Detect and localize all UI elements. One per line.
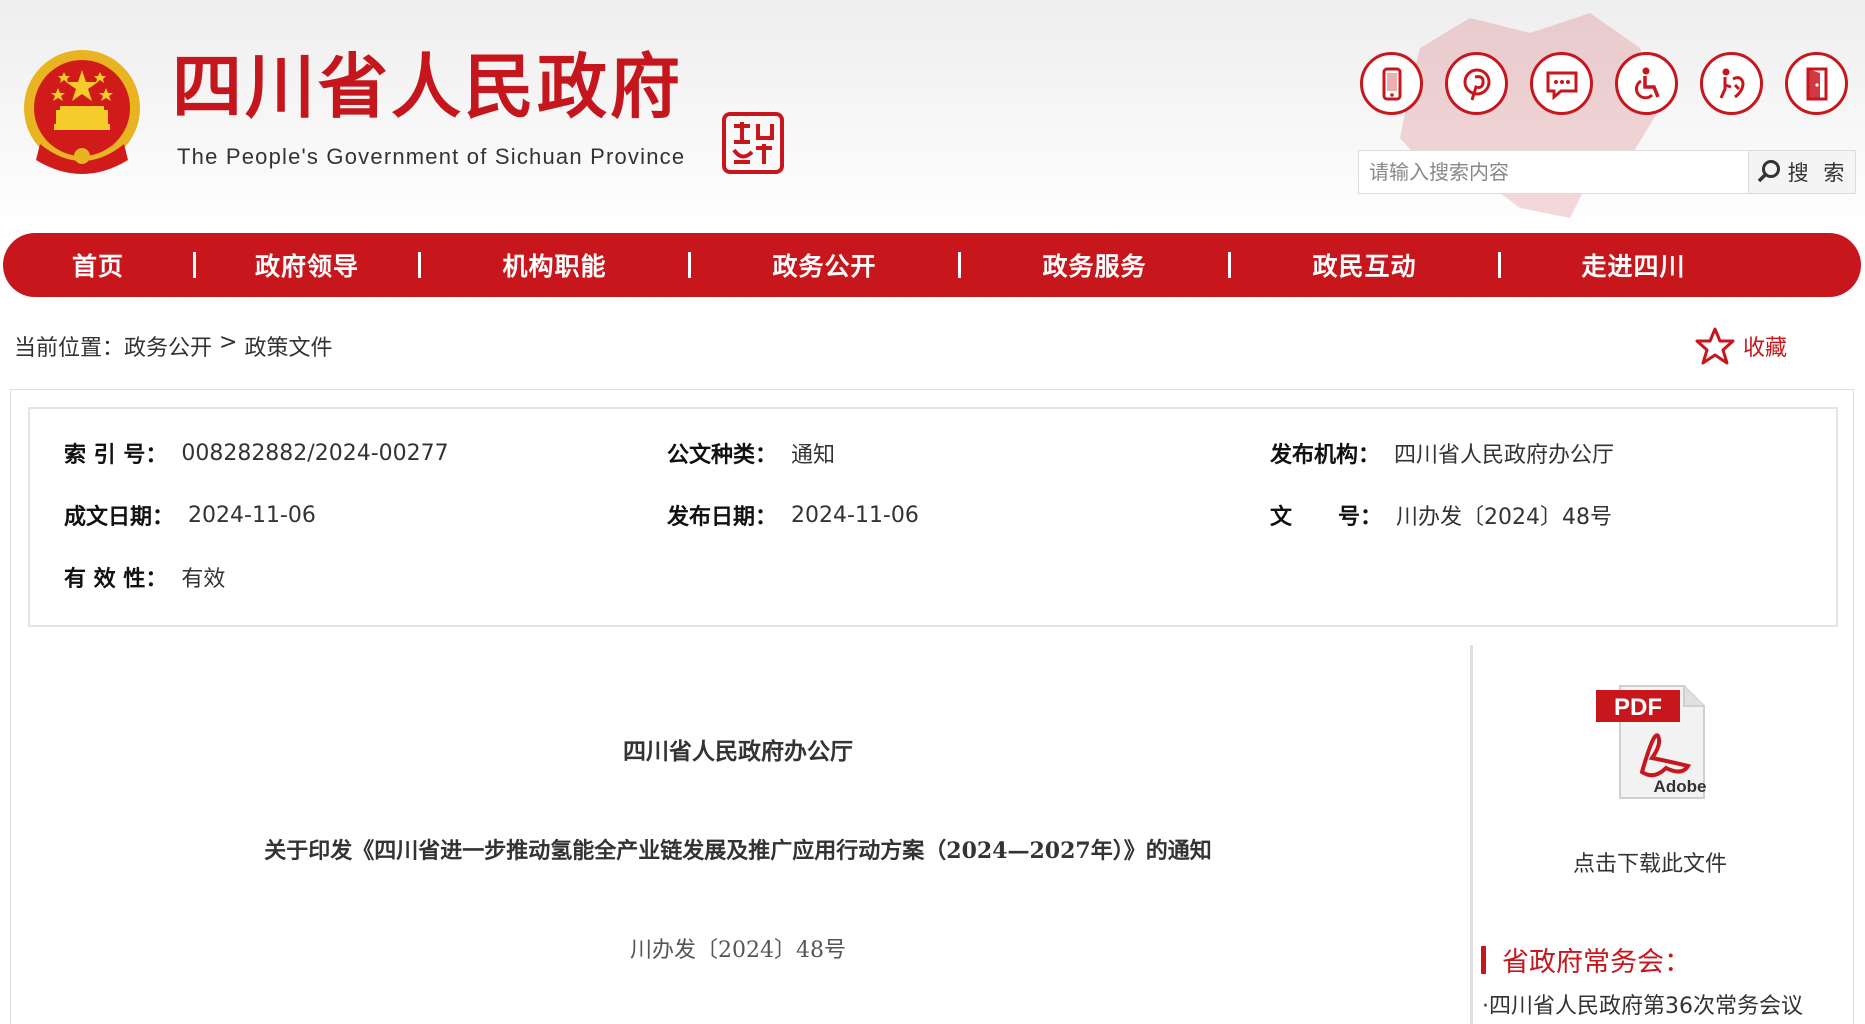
nav-item-leaders[interactable]: 政府领导 — [196, 247, 418, 283]
meta-published-value: 2024-11-06 — [791, 502, 919, 528]
sichuan-map-watermark-icon — [1400, 13, 1660, 218]
document-metadata: 索 引 号： 008282882/2024-00277 公文种类： 通知 发布机… — [28, 407, 1838, 627]
mobile-icon[interactable] — [1360, 52, 1423, 115]
main-nav: 首页 政府领导 机构职能 政务公开 政务服务 政民互动 走进四川 — [3, 233, 1861, 297]
document-number: 川办发〔2024〕48号 — [630, 938, 846, 963]
sichuan-seal-icon — [722, 112, 784, 174]
meta-validity-label: 有 效 性： — [64, 567, 168, 592]
meta-publisher-label: 发布机构： — [1270, 443, 1381, 468]
search-icon — [1757, 160, 1780, 183]
document-title: 关于印发《四川省进一步推动氢能全产业链发展及推广应用行动方案（2024—2027… — [264, 838, 1212, 864]
meta-doc-no-label: 文 号： — [1270, 505, 1382, 530]
site-title: 四川省人民政府 — [172, 46, 683, 128]
site-header: 四川省人民政府 The People's Government of Sichu… — [0, 0, 1865, 230]
search-box: 搜 索 — [1358, 150, 1856, 194]
pdf-adobe-label: Adobe — [1654, 777, 1707, 796]
meta-row: 索 引 号： 008282882/2024-00277 公文种类： 通知 发布机… — [30, 437, 1836, 477]
elderly-care-icon[interactable] — [1700, 52, 1763, 115]
favorite-button[interactable]: 收藏 — [1695, 326, 1787, 366]
sidebar-divider — [1470, 645, 1473, 1024]
breadcrumb-prefix: 当前位置： — [14, 336, 125, 361]
meta-row: 有 效 性： 有效 — [30, 561, 1836, 601]
sidebar-link-meeting[interactable]: ·四川省人民政府第36次常务会议 — [1482, 988, 1803, 1020]
meta-doc-no-value: 川办发〔2024〕48号 — [1395, 505, 1612, 530]
accessibility-icon[interactable] — [1615, 52, 1678, 115]
message-icon[interactable] — [1530, 52, 1593, 115]
sidebar-heading-label: 省政府常务会： — [1502, 947, 1691, 978]
nav-item-home[interactable]: 首页 — [3, 247, 193, 283]
national-emblem-icon — [24, 50, 140, 174]
breadcrumb-link-policy-docs[interactable]: 政策文件 — [244, 330, 332, 362]
nav-item-interaction[interactable]: 政民互动 — [1231, 247, 1498, 283]
pinterest-icon[interactable] — [1445, 52, 1508, 115]
meta-publisher-value: 四川省人民政府办公厅 — [1394, 443, 1615, 468]
favorite-label: 收藏 — [1743, 336, 1788, 361]
meta-created-label: 成文日期： — [64, 505, 175, 530]
meta-published-label: 发布日期： — [667, 505, 778, 530]
nav-item-about-sichuan[interactable]: 走进四川 — [1501, 247, 1766, 283]
meta-validity-value: 有效 — [181, 567, 226, 592]
breadcrumb: 当前位置： 政务公开 > 政策文件 — [14, 330, 332, 362]
download-file-link[interactable]: 点击下载此文件 — [1480, 846, 1820, 878]
pdf-badge-label: PDF — [1614, 694, 1662, 721]
search-button[interactable]: 搜 索 — [1749, 151, 1855, 193]
document-issuer: 四川省人民政府办公厅 — [623, 738, 853, 765]
meta-row: 成文日期： 2024-11-06 发布日期： 2024-11-06 文 号： 川… — [30, 499, 1836, 539]
nav-item-gov-affairs[interactable]: 政务公开 — [691, 247, 958, 283]
meta-doc-type-label: 公文种类： — [667, 443, 778, 468]
search-button-label: 搜 索 — [1787, 161, 1849, 185]
meta-doc-type-value: 通知 — [791, 443, 836, 468]
meta-index-value: 008282882/2024-00277 — [181, 440, 449, 466]
quick-icons-bar — [1360, 52, 1848, 115]
star-icon — [1695, 327, 1735, 365]
exit-door-icon[interactable] — [1785, 52, 1848, 115]
breadcrumb-separator: > — [212, 330, 245, 355]
meta-created-value: 2024-11-06 — [188, 502, 316, 528]
pdf-download-icon[interactable]: PDF Adobe — [1592, 680, 1716, 804]
nav-item-functions[interactable]: 机构职能 — [421, 247, 688, 283]
heading-accent-bar — [1481, 945, 1486, 974]
meta-index-label: 索 引 号： — [64, 443, 168, 468]
site-subtitle: The People's Government of Sichuan Provi… — [177, 144, 686, 169]
nav-item-gov-services[interactable]: 政务服务 — [961, 247, 1228, 283]
breadcrumb-link-gov-affairs[interactable]: 政务公开 — [124, 330, 212, 362]
sidebar-section-heading: 省政府常务会： — [1481, 940, 1691, 979]
search-input[interactable] — [1359, 151, 1749, 193]
